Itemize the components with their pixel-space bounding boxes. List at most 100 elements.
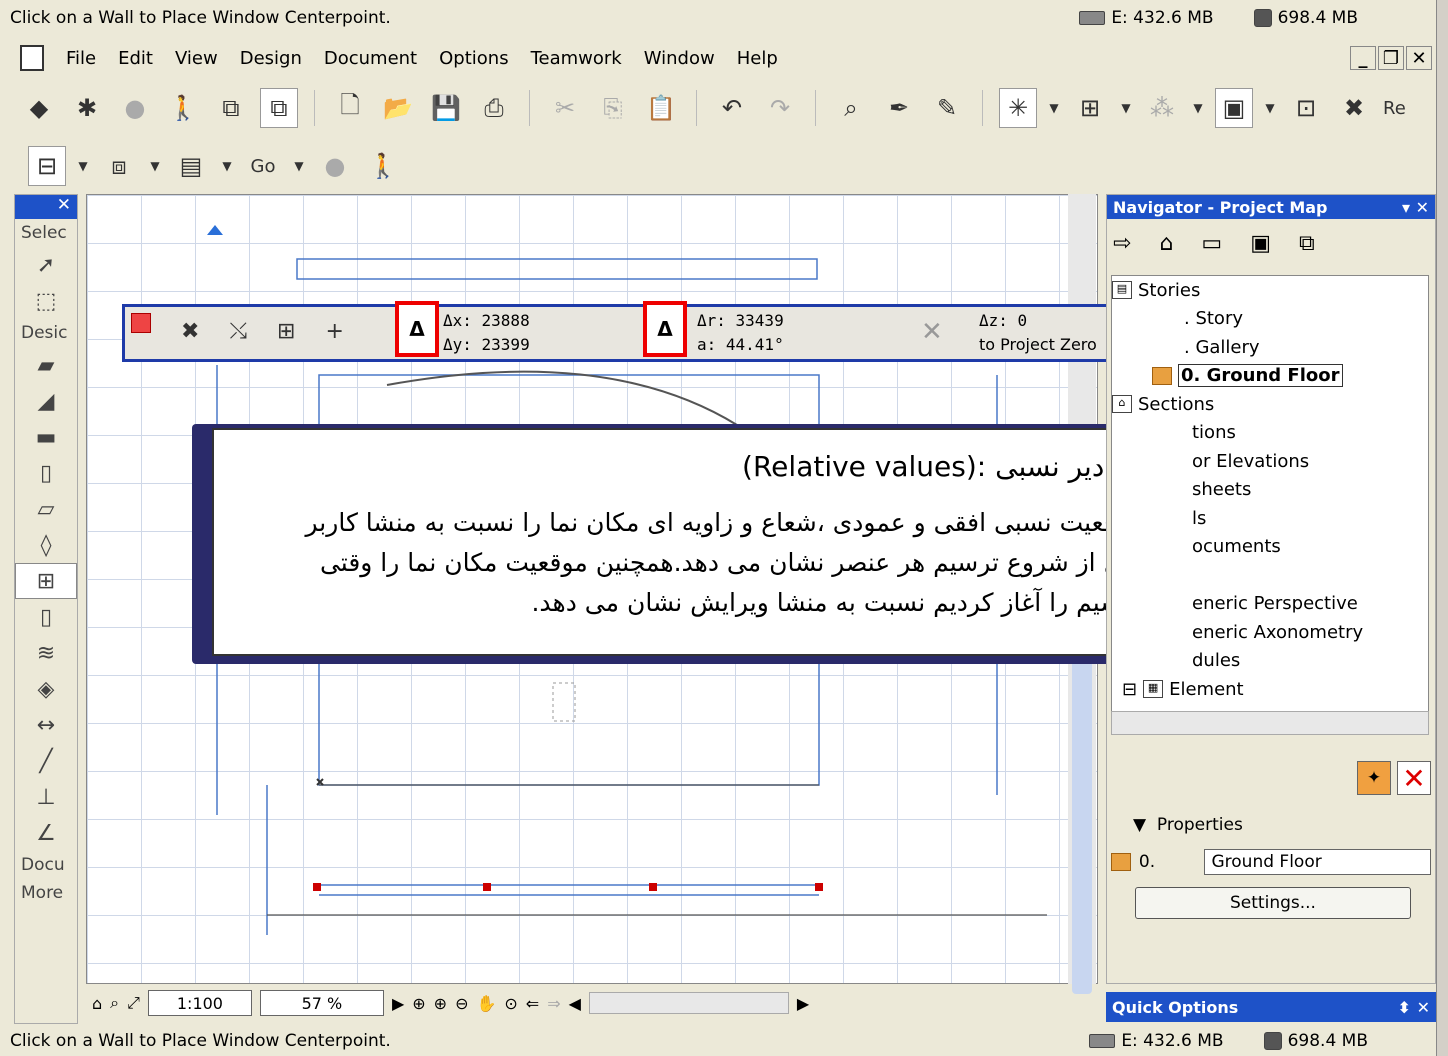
home-view-icon[interactable]: ⌂ bbox=[92, 994, 102, 1013]
active-layer-icon[interactable]: ⧉ bbox=[260, 88, 298, 128]
redo-icon[interactable]: ↷ bbox=[761, 88, 799, 128]
quick-options-header[interactable]: Quick Options ⬍ ✕ bbox=[1106, 992, 1436, 1022]
delta-x-field[interactable]: Δx: 23888 bbox=[443, 309, 530, 333]
chevron-down-icon[interactable]: ▼ bbox=[1263, 88, 1277, 128]
previous-zoom-icon[interactable]: ⇐ bbox=[526, 994, 539, 1013]
chevron-down-icon[interactable]: ▼ bbox=[220, 146, 234, 186]
scale-field[interactable]: 1:100 bbox=[147, 990, 252, 1016]
layer-combo-icon[interactable]: ▣ bbox=[1215, 88, 1253, 128]
open-folder-icon[interactable]: 📂 bbox=[379, 88, 417, 128]
tree-item-ground-floor[interactable]: 0. Ground Floor bbox=[1112, 362, 1428, 391]
close-icon[interactable]: ✕ bbox=[15, 195, 77, 219]
3d-view-icon[interactable]: ⧈ bbox=[100, 146, 138, 186]
menu-view[interactable]: View bbox=[175, 48, 218, 69]
tree-item-element[interactable]: ⊟ ▦ Element bbox=[1112, 675, 1428, 704]
slab-icon[interactable]: ▱ bbox=[15, 491, 77, 527]
find-select-icon[interactable]: ⌕ bbox=[832, 88, 870, 128]
section-view-icon[interactable]: ▤ bbox=[172, 146, 210, 186]
stair-icon[interactable]: ◊ bbox=[15, 527, 77, 563]
sphere-icon[interactable]: ● bbox=[116, 88, 154, 128]
chevron-down-icon[interactable]: ▼ bbox=[1191, 88, 1205, 128]
3d-box-icon[interactable]: ◆ bbox=[20, 88, 58, 128]
grid-snap-icon[interactable]: ⊞ bbox=[1071, 88, 1109, 128]
wall-icon[interactable]: ▰ bbox=[15, 347, 77, 383]
cut-icon[interactable]: ✂ bbox=[546, 88, 584, 128]
play-icon[interactable]: ▶ bbox=[392, 994, 404, 1013]
floor-plan-icon[interactable]: ⊟ bbox=[28, 146, 66, 186]
tree-item[interactable]: eneric Perspective bbox=[1112, 590, 1428, 619]
chevron-down-icon[interactable]: ▼ bbox=[76, 146, 90, 186]
syringe-icon[interactable]: ✎ bbox=[928, 88, 966, 128]
scroll-right-icon[interactable]: ▶ bbox=[797, 994, 809, 1013]
project-tree[interactable]: ▤ Stories . Story . Gallery 0. Ground Flo… bbox=[1111, 275, 1429, 735]
chevron-down-icon[interactable]: ▼ bbox=[292, 146, 306, 186]
close-icon[interactable] bbox=[131, 313, 151, 333]
pan-hand-icon[interactable]: ✋ bbox=[476, 994, 496, 1013]
publisher-icon[interactable]: ⧉ bbox=[1299, 231, 1315, 256]
close-icon[interactable]: ▾ ✕ bbox=[1402, 198, 1429, 217]
window-icon[interactable]: ⊞ bbox=[15, 563, 77, 599]
paste-icon[interactable]: 📋 bbox=[642, 88, 680, 128]
grid-move-icon[interactable]: ⊞ bbox=[277, 319, 295, 344]
cross-icon[interactable]: ✖ bbox=[1335, 88, 1373, 128]
print-icon[interactable]: ⎙ bbox=[475, 88, 513, 128]
layout-book-icon[interactable]: ▣ bbox=[1250, 231, 1271, 256]
guide-icon[interactable]: ⁂ bbox=[1143, 88, 1181, 128]
angle-field[interactable]: a: 44.41° bbox=[697, 333, 784, 357]
fit-view-icon[interactable]: ⤢ bbox=[127, 993, 140, 1013]
new-folder-icon[interactable]: ✦ bbox=[1357, 761, 1391, 795]
delta-toggle-xy[interactable]: Δ bbox=[395, 301, 439, 357]
column-icon[interactable]: ▯ bbox=[15, 455, 77, 491]
delta-y-field[interactable]: Δy: 23399 bbox=[443, 333, 530, 357]
zoom-field[interactable]: 57 % bbox=[259, 990, 384, 1016]
pin-icon[interactable]: ✱ bbox=[68, 88, 106, 128]
copy-icon[interactable]: ⎘ bbox=[594, 88, 632, 128]
tree-item[interactable]: ocuments bbox=[1112, 533, 1428, 562]
walker-icon[interactable]: 🚶 bbox=[164, 88, 202, 128]
tree-item[interactable]: or Elevations bbox=[1112, 447, 1428, 476]
document-icon[interactable] bbox=[20, 45, 44, 71]
story-name-field[interactable]: Ground Floor bbox=[1204, 849, 1431, 875]
magic-wand-icon[interactable]: ✳ bbox=[999, 88, 1037, 128]
cancel-icon[interactable]: ✖ bbox=[181, 319, 199, 344]
tree-item[interactable]: sheets bbox=[1112, 476, 1428, 505]
fit-window-icon[interactable]: ⊙ bbox=[504, 994, 517, 1013]
delete-icon[interactable]: ✕ bbox=[1397, 761, 1431, 795]
re-label[interactable]: Re bbox=[1383, 88, 1406, 128]
object-icon[interactable]: ◈ bbox=[15, 671, 77, 707]
dimension-icon[interactable]: ↔ bbox=[15, 707, 77, 743]
menu-options[interactable]: Options bbox=[439, 48, 508, 69]
chevron-down-icon[interactable]: ▼ bbox=[1119, 88, 1133, 128]
project-map-icon[interactable]: ⌂ bbox=[1159, 231, 1173, 256]
menu-file[interactable]: File bbox=[66, 48, 96, 69]
preview-icon[interactable]: ⌕ bbox=[110, 993, 119, 1013]
zoom-in-icon[interactable]: ⊕ bbox=[434, 994, 447, 1013]
menu-edit[interactable]: Edit bbox=[118, 48, 153, 69]
chevron-down-icon[interactable]: ▼ bbox=[148, 146, 162, 186]
tree-item[interactable]: dules bbox=[1112, 647, 1428, 676]
go-button[interactable]: Go bbox=[244, 146, 282, 186]
undo-icon[interactable]: ↶ bbox=[713, 88, 751, 128]
tree-item[interactable] bbox=[1112, 561, 1428, 590]
chevron-down-icon[interactable]: ▼ bbox=[1047, 88, 1061, 128]
next-zoom-icon[interactable]: ⇒ bbox=[547, 994, 560, 1013]
tree-item[interactable]: . Story bbox=[1112, 305, 1428, 334]
restore-icon[interactable]: ❐ bbox=[1378, 46, 1404, 70]
add-icon[interactable]: + bbox=[325, 319, 343, 344]
tree-item[interactable]: . Gallery bbox=[1112, 333, 1428, 362]
tree-item-sections[interactable]: ⌂ Sections bbox=[1112, 390, 1428, 419]
mesh-icon[interactable]: ≋ bbox=[15, 635, 77, 671]
collapse-icon[interactable]: ⊟ bbox=[1122, 679, 1137, 700]
delta-toggle-polar[interactable]: Δ bbox=[643, 301, 687, 357]
view-map-icon[interactable]: ▭ bbox=[1201, 231, 1222, 256]
snap-line-icon[interactable]: ⤯ bbox=[229, 319, 247, 344]
tree-item-stories[interactable]: ▤ Stories bbox=[1112, 276, 1428, 305]
settings-button[interactable]: Settings... bbox=[1135, 887, 1411, 919]
scroll-left-icon[interactable]: ◀ bbox=[569, 994, 581, 1013]
tree-item[interactable]: tions bbox=[1112, 419, 1428, 448]
close-icon[interactable]: ⬍ ✕ bbox=[1398, 998, 1430, 1017]
menu-teamwork[interactable]: Teamwork bbox=[531, 48, 622, 69]
zoom-out-icon[interactable]: ⊖ bbox=[455, 994, 468, 1013]
eyedropper-icon[interactable]: ✒ bbox=[880, 88, 918, 128]
tree-horizontal-scrollbar[interactable] bbox=[1111, 711, 1429, 735]
